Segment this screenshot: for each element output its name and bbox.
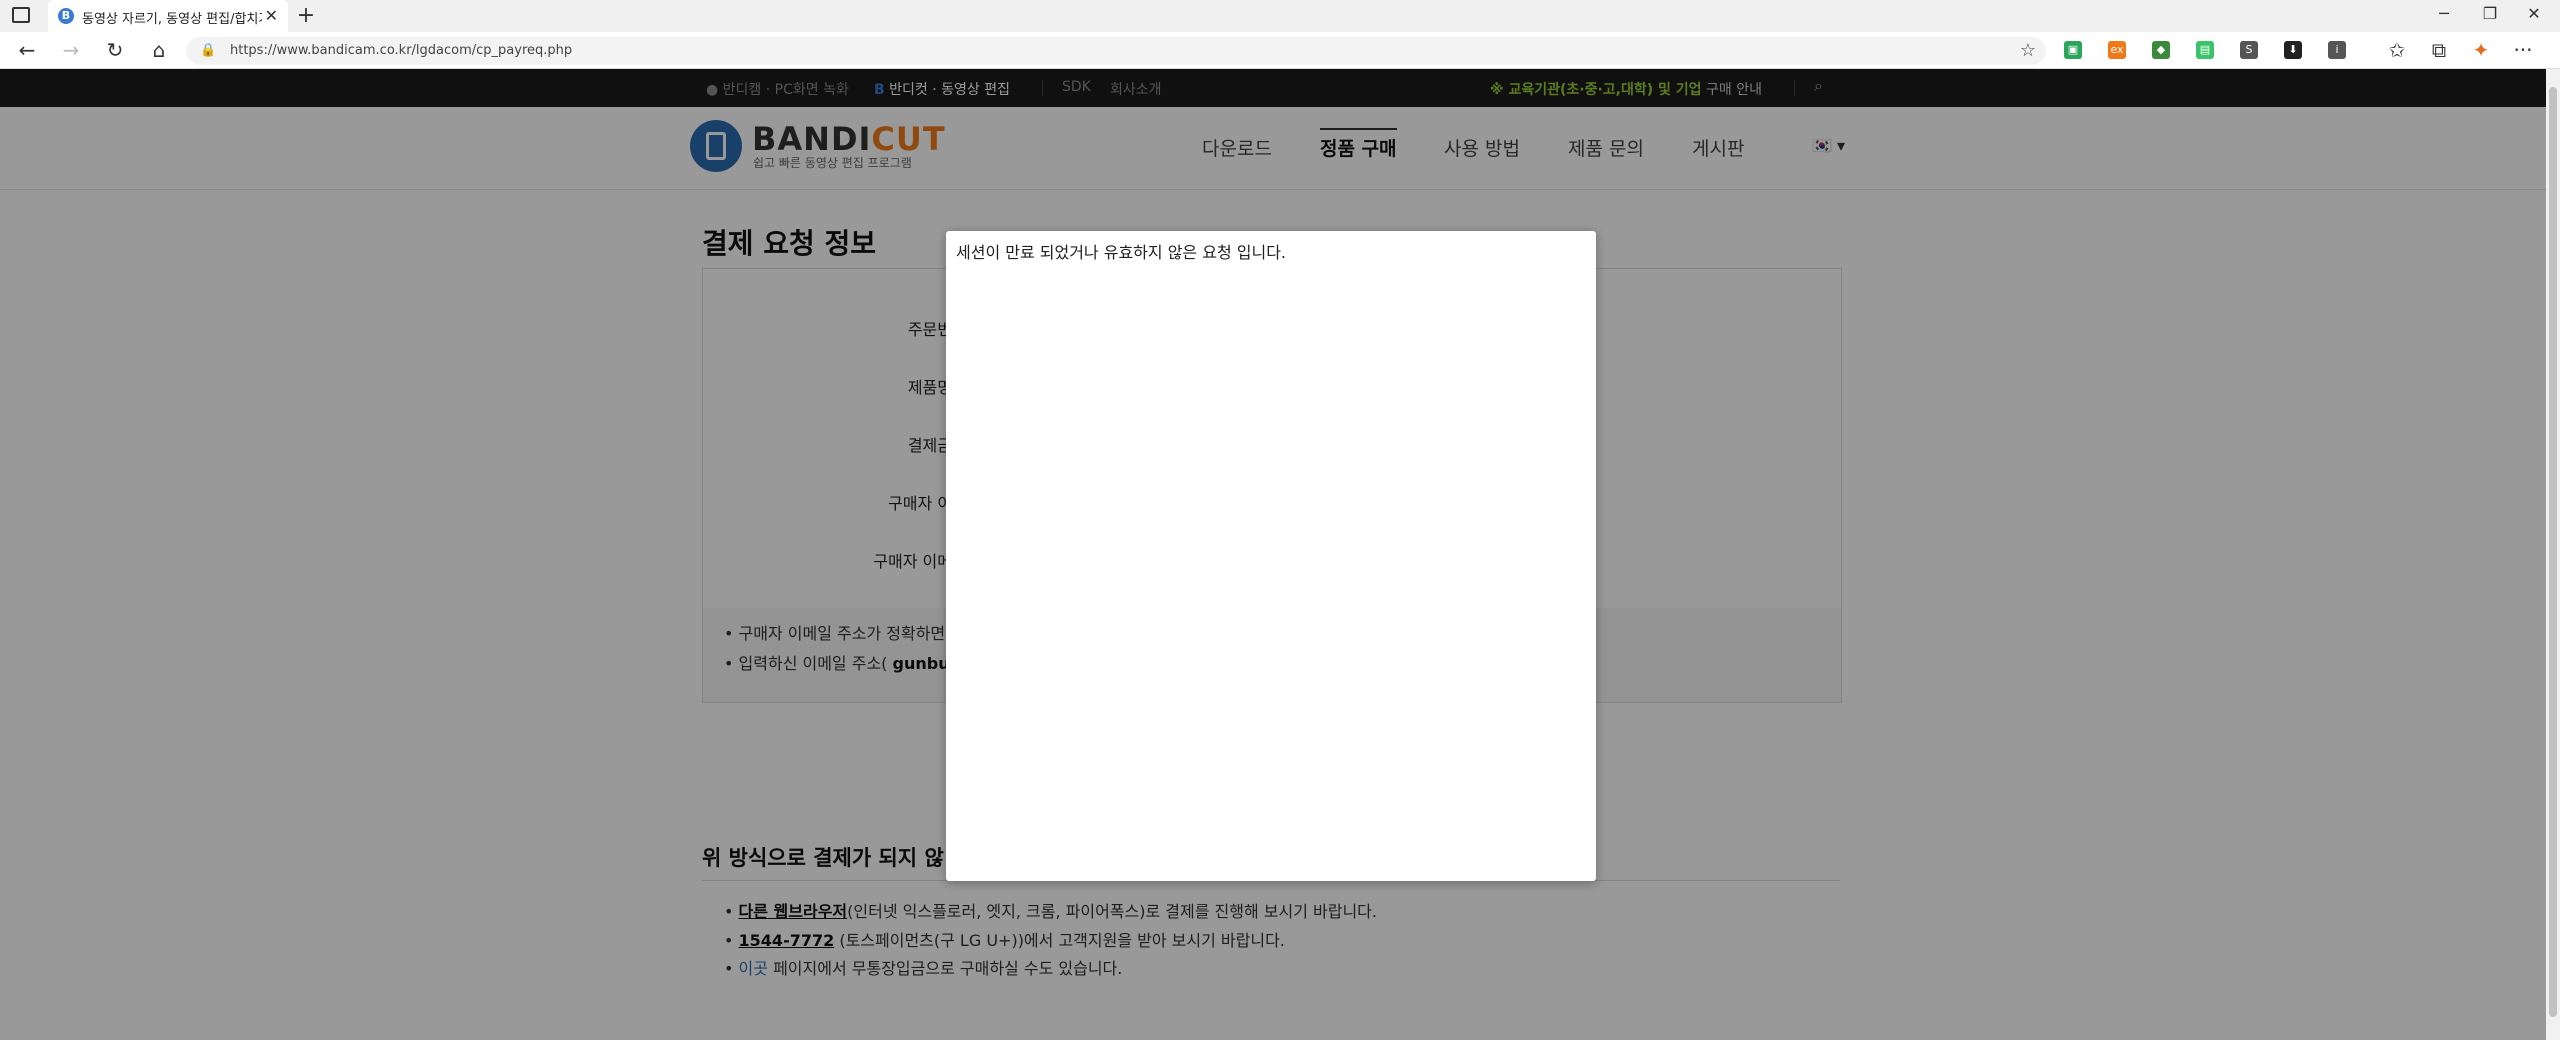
- profile-icon[interactable]: ✦: [2468, 38, 2494, 62]
- back-icon[interactable]: ←: [14, 38, 40, 62]
- ext-green-icon[interactable]: ▣: [2064, 41, 2082, 59]
- more-icon[interactable]: ···: [2510, 38, 2536, 62]
- favorite-star-icon[interactable]: ☆: [2020, 40, 2036, 61]
- browser-tab[interactable]: B 동영상 자르기, 동영상 편집/합치기 ✕: [48, 0, 288, 32]
- home-icon[interactable]: ⌂: [146, 38, 172, 62]
- scrollbar[interactable]: [2546, 69, 2560, 1040]
- error-message: 세션이 만료 되었거나 유효하지 않은 요청 입니다.: [956, 243, 1287, 262]
- tab-title: 동영상 자르기, 동영상 편집/합치기: [82, 12, 262, 27]
- restore-icon[interactable]: ❐: [2470, 4, 2510, 23]
- scrollbar-thumb[interactable]: [2549, 87, 2557, 1017]
- refresh-icon[interactable]: ↻: [102, 38, 128, 62]
- favorites-icon[interactable]: ✩: [2384, 38, 2410, 62]
- ext-green2-icon[interactable]: ▤: [2196, 41, 2214, 59]
- lock-icon[interactable]: 🔒: [200, 43, 216, 58]
- url-text[interactable]: https://www.bandicam.co.kr/lgdacom/cp_pa…: [230, 43, 572, 58]
- ext-info-icon[interactable]: i: [2328, 41, 2346, 59]
- collections-icon[interactable]: ⧉: [2426, 38, 2452, 62]
- ext-orange-icon[interactable]: ex: [2108, 41, 2126, 59]
- bandicam-favicon-icon: B: [58, 8, 74, 24]
- minimize-icon[interactable]: ─: [2424, 4, 2464, 23]
- browser-tab-bar: [0, 0, 2560, 32]
- ext-download-icon[interactable]: ⬇: [2284, 41, 2302, 59]
- session-error-dialog: 세션이 만료 되었거나 유효하지 않은 요청 입니다.: [946, 231, 1596, 881]
- close-icon[interactable]: ✕: [2514, 4, 2554, 23]
- ext-cube-icon[interactable]: ◆: [2152, 41, 2170, 59]
- forward-icon[interactable]: →: [58, 38, 84, 62]
- tab-close-icon[interactable]: ✕: [265, 6, 278, 25]
- sidebar-icon[interactable]: [12, 7, 30, 23]
- new-tab-button[interactable]: +: [292, 2, 320, 30]
- address-bar[interactable]: 🔒 https://www.bandicam.co.kr/lgdacom/cp_…: [186, 37, 2046, 65]
- ext-s-icon[interactable]: S: [2240, 41, 2258, 59]
